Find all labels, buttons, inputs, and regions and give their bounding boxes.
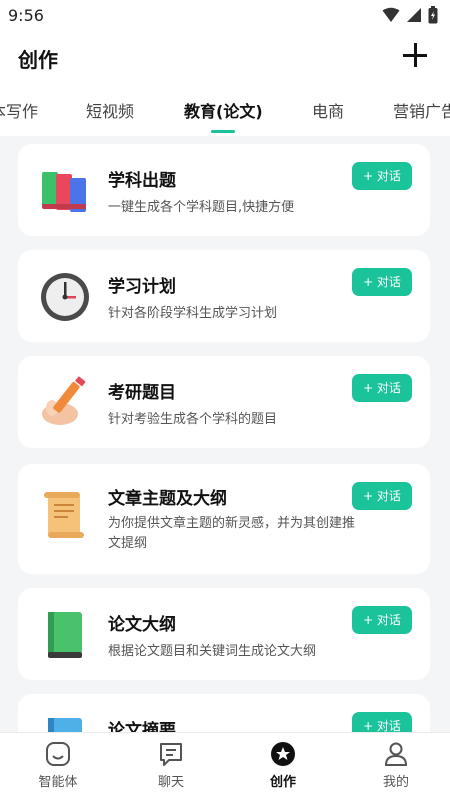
tab-short-video[interactable]: 短视频 <box>86 98 134 122</box>
category-tabs: 本写作 短视频 教育(论文) 电商 营销广告 <box>0 90 450 136</box>
signal-icon <box>407 8 421 22</box>
nav-label: 聊天 <box>157 775 184 790</box>
nav-label: 智能体 <box>38 775 78 790</box>
wifi-icon <box>382 7 400 22</box>
status-icons <box>382 6 438 24</box>
add-button[interactable] <box>402 42 428 68</box>
page-title: 创作 <box>18 48 58 72</box>
card-subject-questions[interactable]: 学科出题 一键生成各个学科题目,快捷方便 + 对话 <box>18 144 430 236</box>
tab-ecommerce[interactable]: 电商 <box>312 98 344 122</box>
tab-indicator <box>211 130 235 133</box>
chat-button[interactable]: + 对话 <box>352 482 412 510</box>
card-title: 论文大纲 <box>108 615 176 635</box>
card-title: 考研题目 <box>108 383 176 403</box>
chat-button[interactable]: + 对话 <box>352 374 412 402</box>
card-desc: 一键生成各个学科题目,快捷方便 <box>108 200 295 215</box>
nav-item-profile[interactable]: 我的 <box>356 741 436 790</box>
chat-button[interactable]: + 对话 <box>352 268 412 296</box>
card-desc: 针对考验生成各个学科的题目 <box>108 412 278 427</box>
card-title: 论文摘要 <box>108 721 176 732</box>
card-article-outline[interactable]: 文章主题及大纲 为你提供文章主题的新灵感，并为其创建推文提纲 + 对话 <box>18 464 430 574</box>
status-bar: 9:56 <box>0 0 450 34</box>
chat-icon <box>160 743 182 766</box>
card-study-plan[interactable]: 学习计划 针对各阶段学科生成学习计划 + 对话 <box>18 250 430 342</box>
nav-item-create[interactable]: 创作 <box>243 741 323 790</box>
scroll-icon <box>44 492 84 538</box>
chat-button[interactable]: + 对话 <box>352 712 412 732</box>
pencil-hand-icon <box>42 376 86 425</box>
tab-marketing[interactable]: 营销广告 <box>393 98 450 122</box>
books-icon <box>42 172 86 212</box>
card-desc: 为你提供文章主题的新灵感，并为其创建推文提纲 <box>108 516 356 551</box>
card-title: 学习计划 <box>108 277 176 297</box>
clock-icon <box>41 273 89 321</box>
nav-label: 我的 <box>382 775 409 790</box>
card-desc: 针对各阶段学科生成学习计划 <box>108 306 278 321</box>
profile-icon <box>384 742 408 766</box>
header: 创作 <box>0 34 450 82</box>
card-paper-abstract[interactable]: 论文摘要 + 对话 <box>18 694 430 732</box>
nav-item-agent[interactable]: 智能体 <box>18 741 98 790</box>
nav-label: 创作 <box>269 775 296 790</box>
card-list: 学科出题 一键生成各个学科题目,快捷方便 + 对话 学习计划 针对各阶段学科生成… <box>0 136 450 732</box>
card-desc: 根据论文题目和关键词生成论文大纲 <box>108 644 317 659</box>
green-book-icon <box>48 612 82 658</box>
card-title: 学科出题 <box>108 171 176 191</box>
nav-item-chat[interactable]: 聊天 <box>131 741 211 790</box>
tab-writing[interactable]: 本写作 <box>0 98 38 122</box>
card-paper-outline[interactable]: 论文大纲 根据论文题目和关键词生成论文大纲 + 对话 <box>18 588 430 680</box>
tab-education[interactable]: 教育(论文) <box>184 98 263 122</box>
bottom-nav: 智能体 聊天 创作 我的 <box>0 732 450 800</box>
agent-icon <box>46 742 70 766</box>
chat-button[interactable]: + 对话 <box>352 162 412 190</box>
blue-book-icon <box>48 718 82 732</box>
status-time: 9:56 <box>8 6 44 25</box>
chat-button[interactable]: + 对话 <box>352 606 412 634</box>
card-exam-questions[interactable]: 考研题目 针对考验生成各个学科的题目 + 对话 <box>18 356 430 448</box>
battery-icon <box>428 6 438 24</box>
card-title: 文章主题及大纲 <box>108 489 227 509</box>
create-icon <box>271 742 295 766</box>
